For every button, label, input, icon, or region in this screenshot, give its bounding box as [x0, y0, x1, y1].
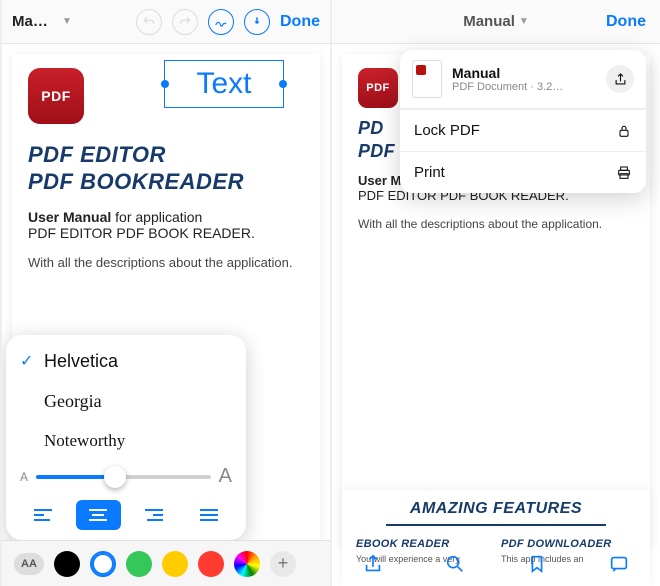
feature-col-downloader: PDF DOWNLOADER This app includes an: [501, 538, 636, 564]
small-a-icon: A: [20, 470, 28, 484]
menu-print[interactable]: Print: [400, 151, 646, 193]
color-picker-button[interactable]: [234, 551, 260, 577]
color-black[interactable]: [54, 551, 80, 577]
align-right-button[interactable]: [131, 500, 177, 530]
color-green[interactable]: [126, 551, 152, 577]
done-button[interactable]: Done: [606, 13, 646, 31]
share-title: Manual: [452, 65, 563, 81]
done-button[interactable]: Done: [280, 13, 320, 31]
document-thumbnail-icon: [412, 60, 442, 98]
redo-button[interactable]: [172, 9, 198, 35]
align-center-button[interactable]: [76, 500, 122, 530]
checkmark-icon: ✓: [20, 351, 38, 371]
document-page-2: AMAZING FEATURES EBOOK READER You will e…: [342, 490, 650, 586]
undo-button[interactable]: [136, 9, 162, 35]
color-yellow[interactable]: [162, 551, 188, 577]
resize-handle-right[interactable]: [279, 80, 287, 88]
lock-icon: [616, 123, 632, 139]
toolbar-title: Manual: [12, 13, 52, 30]
alignment-row: [6, 496, 246, 530]
align-left-button[interactable]: [20, 500, 66, 530]
features-title: AMAZING FEATURES: [356, 500, 636, 524]
font-option-georgia[interactable]: Georgia: [6, 381, 246, 421]
font-option-noteworthy[interactable]: Noteworthy: [6, 421, 246, 461]
font-option-helvetica[interactable]: ✓ Helvetica: [6, 341, 246, 381]
text-style-button[interactable]: AA: [14, 553, 44, 575]
markup-pen-button[interactable]: [244, 9, 270, 35]
color-blue[interactable]: [90, 551, 116, 577]
font-size-slider-row: A A: [6, 461, 246, 496]
share-popover: Manual PDF Document · 3.2… Lock PDF Prin…: [400, 50, 646, 193]
doc-subtitle: User Manual for application PDF EDITOR P…: [28, 209, 304, 241]
toolbar: Manual ▼ Done: [2, 0, 330, 44]
align-justify-button[interactable]: [187, 500, 233, 530]
pdf-app-icon: PDF: [358, 68, 398, 108]
text-annotation-box[interactable]: Text: [164, 60, 284, 108]
slider-knob[interactable]: [104, 466, 126, 488]
print-icon: [616, 165, 632, 181]
bottom-color-row: AA +: [2, 540, 330, 586]
font-size-slider[interactable]: [36, 475, 211, 479]
share-action-button[interactable]: [606, 65, 634, 93]
font-popover: ✓ Helvetica Georgia Noteworthy A A: [6, 335, 246, 540]
screen-markup: Manual ▼ Done PDF PDF EDITOR PDF BOOKREA…: [0, 0, 330, 586]
pdf-app-icon: PDF: [28, 68, 84, 124]
color-red[interactable]: [198, 551, 224, 577]
doc-note: With all the descriptions about the appl…: [358, 217, 634, 231]
chevron-down-icon: ▼: [519, 16, 529, 27]
share-subtitle: PDF Document · 3.2…: [452, 81, 563, 93]
toolbar-title[interactable]: Manual ▼: [463, 13, 529, 30]
signature-button[interactable]: [208, 9, 234, 35]
doc-heading-2: PDF BOOKREADER: [28, 169, 304, 194]
large-a-icon: A: [219, 465, 232, 488]
chevron-down-icon[interactable]: ▼: [62, 16, 72, 27]
add-button[interactable]: +: [270, 551, 296, 577]
resize-handle-left[interactable]: [161, 80, 169, 88]
feature-col-ebook: EBOOK READER You will experience a very: [356, 538, 491, 564]
doc-note: With all the descriptions about the appl…: [28, 255, 304, 270]
toolbar: Manual ▼ Done: [332, 0, 660, 44]
doc-heading-1: PDF EDITOR: [28, 142, 304, 167]
screen-share-menu: Manual ▼ Done PDF PD PDF BOOKREADER User…: [330, 0, 660, 586]
menu-lock-pdf[interactable]: Lock PDF: [400, 109, 646, 151]
share-header: Manual PDF Document · 3.2…: [400, 50, 646, 109]
